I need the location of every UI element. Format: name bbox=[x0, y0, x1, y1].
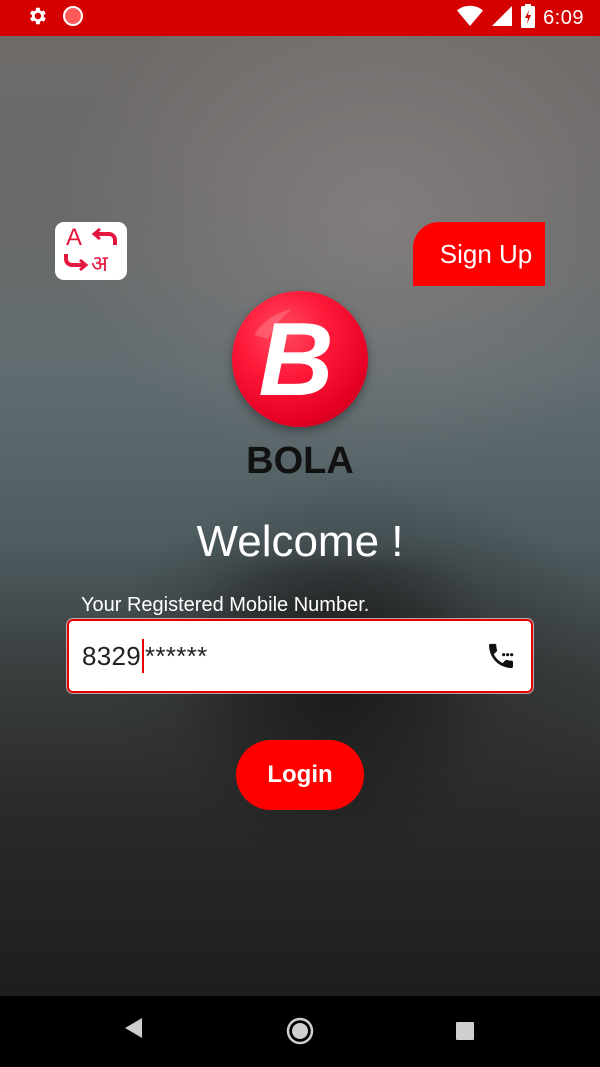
phone-contacts-icon[interactable] bbox=[485, 640, 517, 677]
recents-icon[interactable] bbox=[455, 1021, 475, 1046]
language-toggle-button[interactable]: A अ bbox=[55, 222, 127, 280]
login-button[interactable]: Login bbox=[236, 740, 364, 810]
bola-logo: B bbox=[232, 291, 368, 427]
mobile-number-input[interactable]: 8329 ****** bbox=[67, 619, 533, 693]
battery-icon bbox=[521, 3, 536, 33]
navigation-bar bbox=[0, 996, 600, 1067]
brand-name: BOLA bbox=[246, 440, 354, 482]
svg-text:A: A bbox=[66, 224, 82, 251]
sign-up-button[interactable]: Sign Up bbox=[413, 222, 545, 286]
mobile-number-visible: 8329 bbox=[82, 640, 142, 671]
record-icon bbox=[62, 5, 84, 32]
signal-icon bbox=[491, 5, 513, 32]
text-caret bbox=[142, 639, 145, 673]
svg-text:अ: अ bbox=[91, 252, 109, 275]
home-icon[interactable] bbox=[286, 1017, 314, 1050]
app-screen: 6:09 A अ Sign Up B BOLA Welcome ! Your R… bbox=[0, 0, 600, 1067]
welcome-heading: Welcome ! bbox=[196, 517, 404, 566]
logo-letter: B bbox=[258, 302, 333, 418]
mobile-number-masked: ****** bbox=[145, 640, 208, 671]
settings-icon bbox=[26, 5, 48, 32]
back-icon[interactable] bbox=[122, 1014, 146, 1047]
translate-icon: A अ bbox=[60, 223, 122, 280]
mobile-number-label: Your Registered Mobile Number. bbox=[81, 594, 370, 616]
wifi-icon bbox=[457, 5, 484, 32]
status-bar: 6:09 bbox=[0, 0, 600, 36]
status-time: 6:09 bbox=[543, 6, 584, 29]
